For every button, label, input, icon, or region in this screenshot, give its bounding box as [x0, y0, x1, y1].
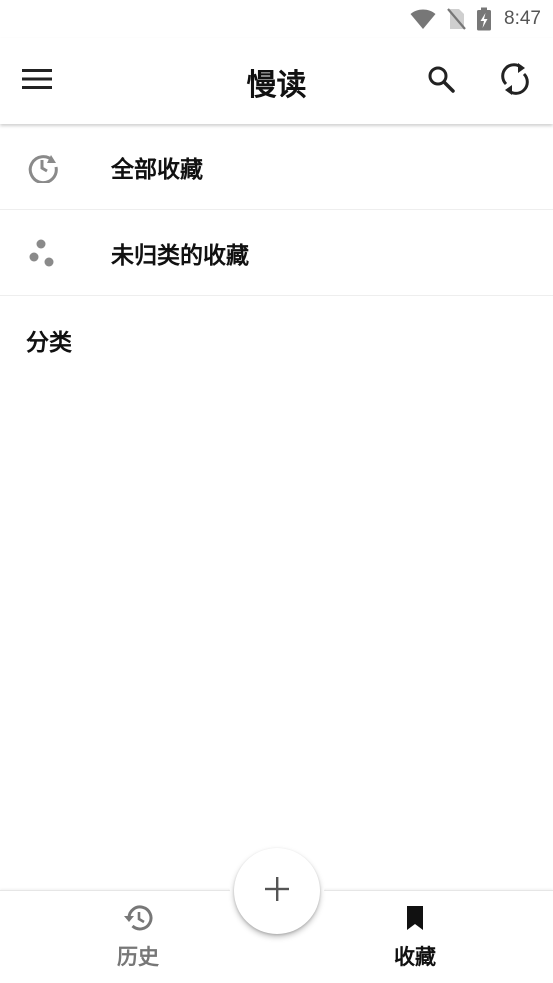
- status-bar: 8:47: [0, 0, 553, 38]
- bookmark-icon: [405, 903, 425, 933]
- add-button[interactable]: [234, 848, 320, 934]
- status-time: 8:47: [504, 8, 541, 29]
- battery-charging-icon: [476, 7, 492, 31]
- categories-header: 分类: [26, 329, 72, 356]
- tab-favorites[interactable]: 收藏: [355, 903, 475, 973]
- no-sim-icon: [446, 7, 466, 31]
- search-icon: [427, 65, 455, 97]
- wifi-icon: [410, 8, 436, 30]
- history-icon: [123, 903, 153, 933]
- list-item-all-favorites[interactable]: 全部收藏: [0, 124, 553, 210]
- sync-icon: [500, 62, 530, 100]
- add-icon: [265, 877, 289, 905]
- app-title: 慢读: [246, 68, 307, 103]
- scatter-dots-icon: [26, 236, 60, 270]
- tab-label: 历史: [117, 944, 159, 969]
- list-item-uncategorized[interactable]: 未归类的收藏: [0, 210, 553, 296]
- screen: 8:47 慢读 全部收藏 未归类的收藏 分类 历史 收藏: [0, 0, 553, 983]
- list-item-label: 全部收藏: [111, 155, 203, 183]
- list-item-label: 未归类的收藏: [111, 241, 249, 269]
- app-bar: 慢读: [0, 38, 553, 124]
- tab-history[interactable]: 历史: [78, 903, 198, 973]
- tab-label: 收藏: [394, 944, 436, 969]
- favorites-list: 全部收藏 未归类的收藏: [0, 124, 553, 296]
- history-circle-icon: [26, 150, 60, 184]
- search-button[interactable]: [416, 56, 466, 106]
- sync-button[interactable]: [490, 56, 540, 106]
